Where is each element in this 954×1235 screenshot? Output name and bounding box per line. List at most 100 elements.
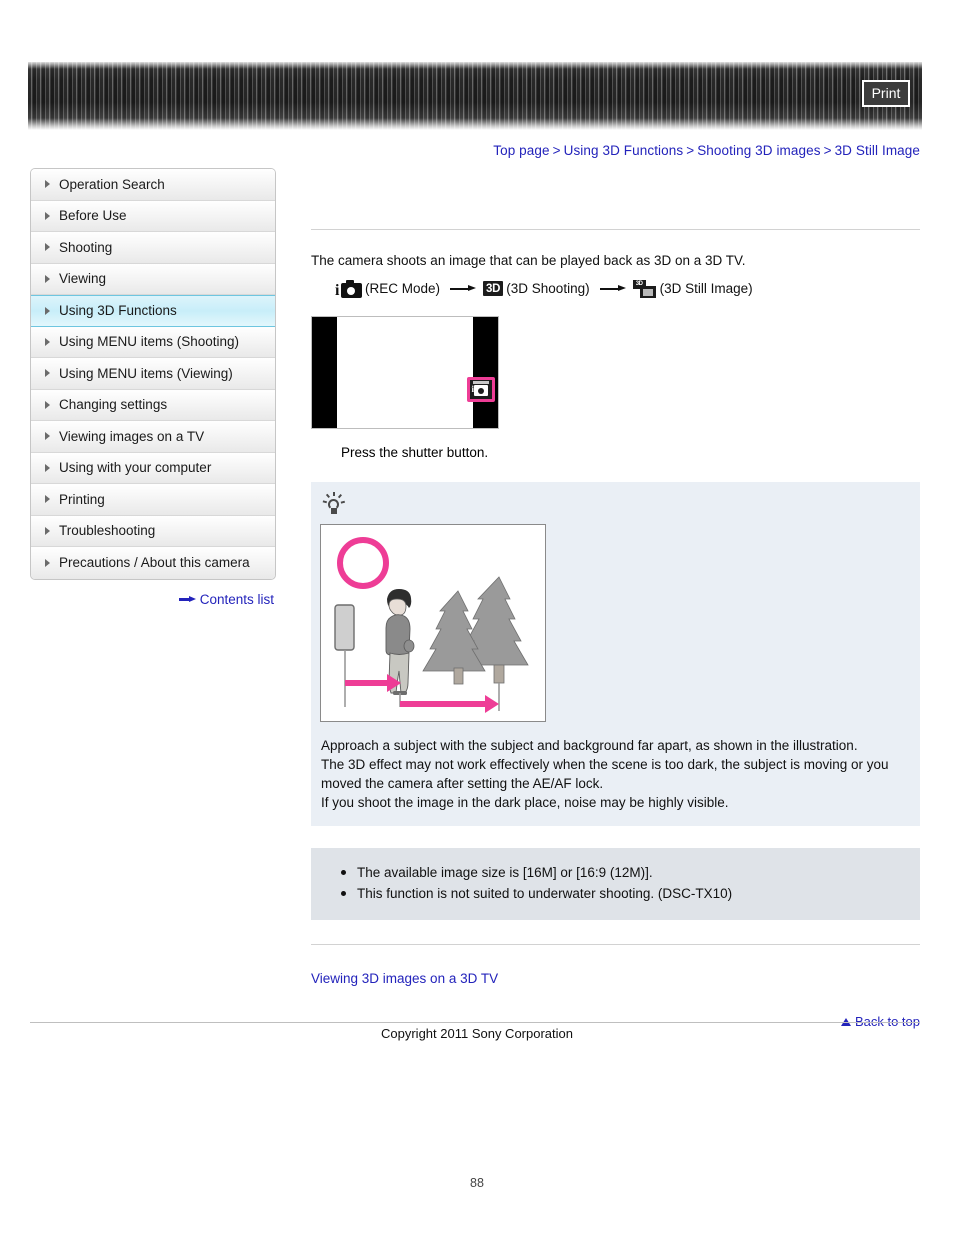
sidebar-item-label: Viewing images on a TV [59,428,205,444]
arrow-right-icon [449,284,476,294]
sidebar-item-operation-search[interactable]: Operation Search [31,169,275,201]
related-links: Viewing 3D images on a 3D TV [311,971,920,986]
intro-text: The camera shoots an image that can be p… [311,253,746,268]
sidebar-item-using-3d-functions[interactable]: Using 3D Functions [31,295,275,327]
main-content: The camera shoots an image that can be p… [311,168,920,1029]
sidebar-item-precautions-about-this-camera[interactable]: Precautions / About this camera [31,547,275,579]
copyright-text: Copyright 2011 Sony Corporation [381,1026,573,1041]
operation-flow: i (REC Mode) 3D (3D Shooting) 3D (3D Sti… [335,279,920,299]
sidebar-item-shooting[interactable]: Shooting [31,232,275,264]
camera-icon [340,280,362,298]
chevron-right-icon [45,495,50,504]
ray [322,500,327,504]
lightbulb-icon [322,492,345,518]
photo-frame-glyph [639,285,656,298]
footer-divider [30,1022,920,1023]
breadcrumb-item-top-page[interactable]: Top page [493,143,549,158]
print-button[interactable]: Print [862,80,910,107]
chevron-right-icon [45,463,50,472]
chevron-right-icon [45,337,50,346]
sidebar-item-using-with-your-computer[interactable]: Using with your computer [31,452,275,484]
banner-texture [28,62,922,130]
contents-list-link[interactable]: Contents list [200,592,274,607]
sidebar-nav: Operation Search Before Use Shooting Vie… [30,168,276,580]
camera-icon [474,385,488,396]
rec-mode-icon: i [335,279,362,299]
sidebar-item-label: Using 3D Functions [59,303,177,319]
note-item: This function is not suited to underwate… [341,883,920,904]
sidebar-item-label: Precautions / About this camera [59,555,250,571]
breadcrumb-separator: > [686,143,695,158]
sidebar-item-label: Changing settings [59,397,168,413]
chevron-right-icon [45,400,50,409]
tip-box: Approach a subject with the subject and … [311,482,920,826]
3d-still-image-icon: 3D [632,279,657,298]
lcd-left-black-bar [312,317,337,428]
contents-list-link-wrap: Contents list [30,592,276,607]
related-link-viewing-3d-images-on-a-3d-tv[interactable]: Viewing 3D images on a 3D TV [311,971,498,986]
lcd-right-black-bar [473,317,498,428]
sidebar-item-label: Viewing [59,271,107,287]
header-banner: Print [28,62,922,130]
chevron-right-icon [45,211,50,220]
3d-shooting-label: (3D Shooting) [506,281,590,296]
sidebar-item-label: Operation Search [59,176,165,192]
ray [337,493,342,499]
sidebar-item-label: Using with your computer [59,460,212,476]
sidebar-item-label: Printing [59,491,105,507]
tree-front-trunk [453,667,464,685]
chevron-right-icon [45,558,50,567]
arrow-right-icon [178,596,196,603]
bulb-base [330,508,337,514]
sidebar-item-changing-settings[interactable]: Changing settings [31,389,275,421]
lcd-3d-still-image-highlighted-icon: i [467,377,495,402]
ray [325,493,330,499]
chevron-right-icon [45,180,50,189]
sidebar-item-using-menu-items-shooting[interactable]: Using MENU items (Shooting) [31,326,275,358]
content-top-divider [311,229,920,230]
breadcrumb-item-using-3d-functions[interactable]: Using 3D Functions [564,143,684,158]
sidebar-item-label: Using MENU items (Shooting) [59,334,240,350]
sidebar-item-label: Troubleshooting [59,523,156,539]
icon-top-bar [473,381,489,384]
breadcrumb-item-3d-still-image[interactable]: 3D Still Image [835,143,920,158]
content-bottom-divider [311,944,920,945]
subject-distance-illustration [320,524,546,722]
chevron-right-icon [45,243,50,252]
breadcrumb-item-shooting-3d-images[interactable]: Shooting 3D images [697,143,820,158]
camera-object [334,604,355,651]
page-number: 88 [470,1176,484,1190]
chevron-right-icon [45,306,50,315]
distance-arrow-far [400,695,499,713]
chevron-right-icon [45,274,50,283]
sidebar-item-viewing-images-on-a-tv[interactable]: Viewing images on a TV [31,421,275,453]
sidebar-item-label: Using MENU items (Viewing) [59,365,233,381]
sidebar-item-viewing[interactable]: Viewing [31,263,275,295]
tip-line-3: If you shoot the image in the dark place… [321,795,729,810]
illustration-svg [334,537,529,713]
ray [340,500,345,504]
shutter-caption: Press the shutter button. [341,445,489,460]
notes-list: The available image size is [16M] or [16… [311,862,920,904]
sidebar-item-troubleshooting[interactable]: Troubleshooting [31,515,275,547]
sidebar-item-before-use[interactable]: Before Use [31,200,275,232]
3d-shooting-icon: 3D [482,281,504,296]
chevron-right-icon [45,432,50,441]
tip-line-2: The 3D effect may not work effectively w… [321,757,889,791]
tip-line-1: Approach a subject with the subject and … [321,738,858,753]
chevron-right-icon [45,369,50,378]
lcd-screen-illustration: i [311,316,499,429]
arrow-right-icon [599,284,626,294]
breadcrumb: Top page > Using 3D Functions > Shooting 3D … [493,143,920,158]
breadcrumb-separator: > [552,143,561,158]
breadcrumb-separator: > [823,143,832,158]
notes-box: The available image size is [16M] or [16… [311,848,920,920]
chevron-right-icon [45,526,50,535]
tree-back-trunk [493,664,505,684]
sidebar-item-using-menu-items-viewing[interactable]: Using MENU items (Viewing) [31,358,275,390]
rec-mode-label: (REC Mode) [364,281,440,296]
sidebar-item-label: Shooting [59,239,113,255]
sidebar-item-printing[interactable]: Printing [31,484,275,516]
ok-circle-mark [337,537,389,589]
i-letter-glyph: i [335,282,340,299]
